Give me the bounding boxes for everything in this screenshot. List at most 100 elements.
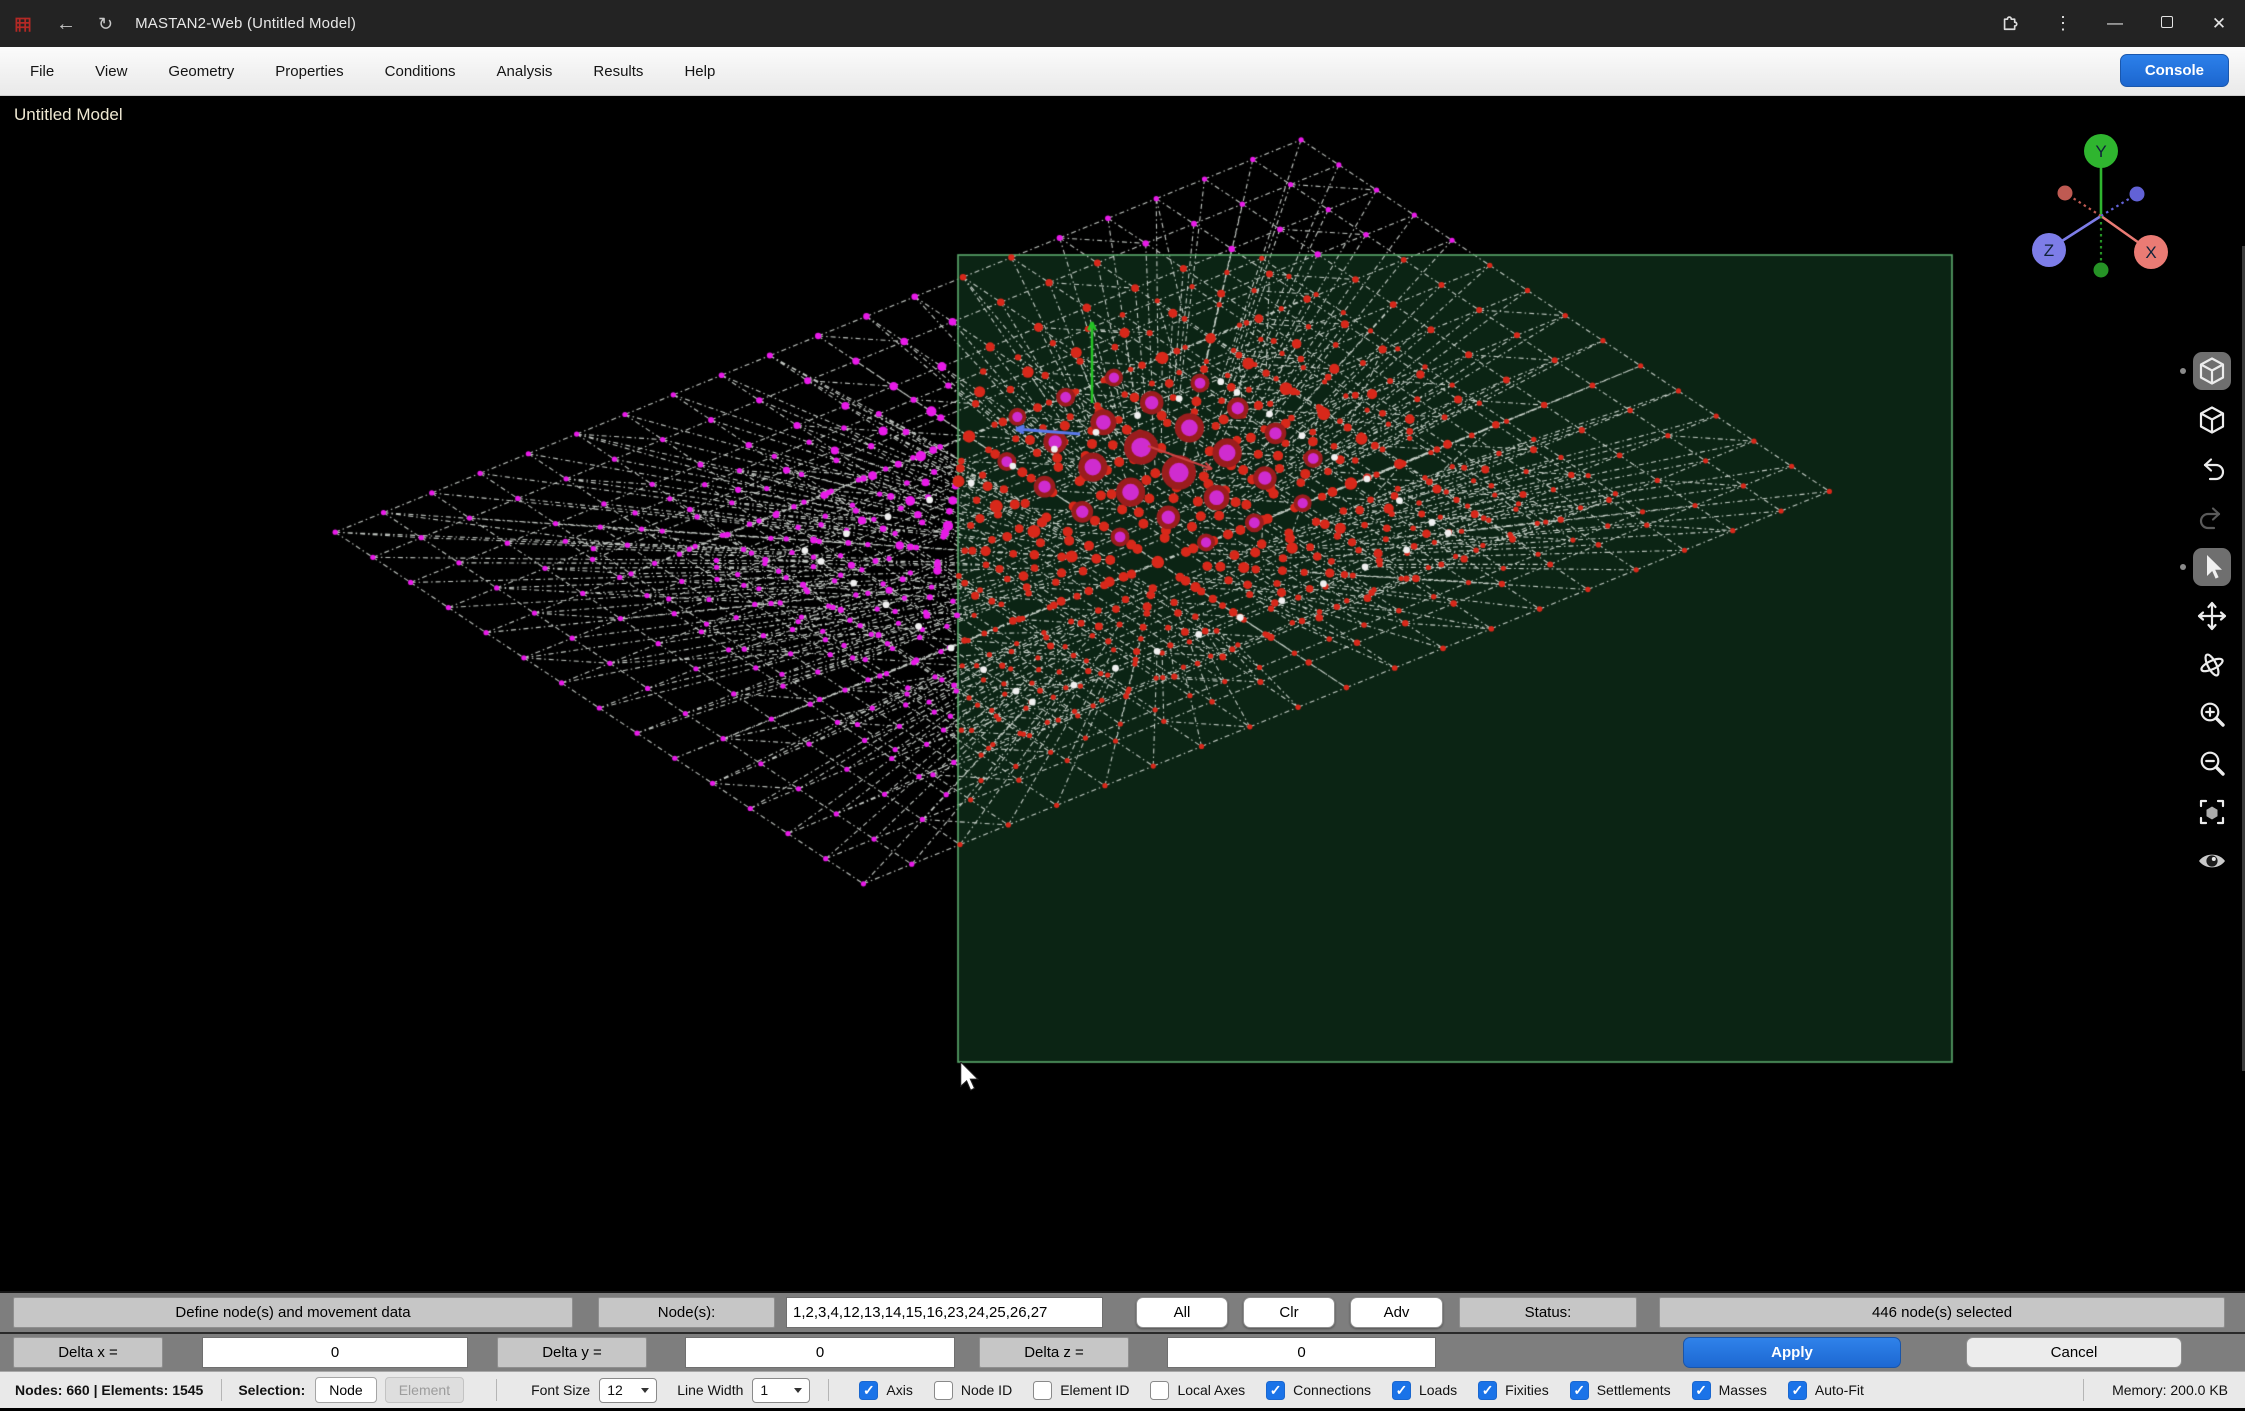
menu-view[interactable]: View [95, 55, 127, 88]
redo-button[interactable] [2193, 499, 2231, 537]
divider [828, 1379, 829, 1401]
nodes-input[interactable] [786, 1297, 1103, 1328]
axis-triad[interactable]: Y Z X [2019, 124, 2183, 282]
checkbox-checked-icon[interactable]: ✓ [1570, 1381, 1589, 1400]
toggle-label: Settlements [1597, 1382, 1671, 1398]
status-bar: Nodes: 660 | Elements: 1545 Selection: N… [0, 1371, 2245, 1408]
divider [221, 1379, 222, 1401]
maximize-icon[interactable] [2141, 15, 2193, 33]
toggle-axis[interactable]: ✓ Axis [859, 1381, 912, 1400]
checkbox-checked-icon[interactable]: ✓ [1692, 1381, 1711, 1400]
orbit-button[interactable] [2193, 646, 2231, 684]
visibility-button[interactable] [2193, 842, 2231, 880]
selection-mode-element-button[interactable]: Element [385, 1377, 464, 1403]
toggle-label: Fixities [1505, 1382, 1549, 1398]
close-icon[interactable]: ✕ [2193, 14, 2245, 34]
svg-text:X: X [2145, 243, 2156, 262]
console-button[interactable]: Console [2120, 54, 2229, 87]
model-viewport[interactable]: Untitled Model Y Z X [0, 96, 2245, 1291]
checkbox-checked-icon[interactable]: ✓ [859, 1381, 878, 1400]
window-title: MASTAN2-Web (Untitled Model) [135, 15, 356, 32]
node-panel: Define node(s) and movement data Node(s)… [0, 1291, 2245, 1332]
checkbox-unchecked-icon[interactable]: ✓ [1033, 1381, 1052, 1400]
svg-text:Z: Z [2044, 241, 2054, 260]
checkbox-unchecked-icon[interactable]: ✓ [934, 1381, 953, 1400]
toggle-fixities[interactable]: ✓ Fixities [1478, 1381, 1549, 1400]
select-cursor-button[interactable] [2193, 548, 2231, 586]
menu-properties[interactable]: Properties [275, 55, 343, 88]
toggle-node-id[interactable]: ✓ Node ID [934, 1381, 1012, 1400]
view-toolbar [2189, 352, 2235, 880]
model-name-label: Untitled Model [14, 105, 123, 125]
status-value: 446 node(s) selected [1659, 1297, 2225, 1328]
movement-panel: Delta x = Delta y = Delta z = Apply Canc… [0, 1332, 2245, 1371]
toggle-label: Loads [1419, 1382, 1457, 1398]
back-icon[interactable]: ← [56, 14, 76, 34]
checkbox-checked-icon[interactable]: ✓ [1266, 1381, 1285, 1400]
toggle-settlements[interactable]: ✓ Settlements [1570, 1381, 1671, 1400]
delta-x-input[interactable] [202, 1337, 468, 1368]
delta-z-input[interactable] [1167, 1337, 1436, 1368]
undo-button[interactable] [2193, 450, 2231, 488]
font-size-select[interactable]: 12 [599, 1378, 657, 1403]
model-canvas[interactable] [0, 96, 2245, 1291]
clear-button[interactable]: Clr [1243, 1297, 1335, 1328]
orbit-icon [2196, 649, 2228, 681]
cancel-button[interactable]: Cancel [1966, 1337, 2182, 1368]
view-cube-solid-icon [2196, 355, 2228, 387]
toggle-label: Local Axes [1177, 1382, 1245, 1398]
line-width-select[interactable]: 1 [752, 1378, 810, 1403]
delta-x-label: Delta x = [13, 1337, 163, 1368]
svg-text:Y: Y [2095, 142, 2106, 161]
select-all-button[interactable]: All [1136, 1297, 1228, 1328]
memory-indicator: Memory: 200.0 KB [2112, 1382, 2228, 1398]
zoom-fit-icon [2196, 796, 2228, 828]
toggle-connections[interactable]: ✓Connections [1266, 1381, 1371, 1400]
app-logo-icon [12, 13, 34, 35]
checkbox-checked-icon[interactable]: ✓ [1392, 1381, 1411, 1400]
checkbox-checked-icon[interactable]: ✓ [1478, 1381, 1497, 1400]
toggle-label: Node ID [961, 1382, 1012, 1398]
zoom-in-button[interactable] [2193, 695, 2231, 733]
toggle-label: Axis [886, 1382, 912, 1398]
selection-mode-node-button[interactable]: Node [315, 1377, 376, 1403]
toggle-masses[interactable]: ✓Masses [1692, 1381, 1767, 1400]
panel-title: Define node(s) and movement data [13, 1297, 573, 1328]
menu-analysis[interactable]: Analysis [497, 55, 553, 88]
menu-file[interactable]: File [30, 55, 54, 88]
select-cursor-icon [2196, 551, 2228, 583]
refresh-icon[interactable]: ↻ [98, 15, 113, 33]
menu-results[interactable]: Results [593, 55, 643, 88]
zoom-fit-button[interactable] [2193, 793, 2231, 831]
checkbox-unchecked-icon[interactable]: ✓ [1150, 1381, 1169, 1400]
view-cube-outline-button[interactable] [2193, 401, 2231, 439]
browser-menu-icon[interactable]: ⋮ [2037, 13, 2089, 34]
toggle-loads[interactable]: ✓ Loads [1392, 1381, 1457, 1400]
undo-icon [2196, 453, 2228, 485]
chevron-down-icon [794, 1388, 802, 1393]
pan-button[interactable] [2193, 597, 2231, 635]
redo-icon [2196, 502, 2228, 534]
model-counts: Nodes: 660 | Elements: 1545 [15, 1382, 203, 1398]
zoom-in-icon [2196, 698, 2228, 730]
apply-button[interactable]: Apply [1683, 1337, 1901, 1368]
visibility-icon [2196, 845, 2228, 877]
menu-help[interactable]: Help [684, 55, 715, 88]
checkbox-checked-icon[interactable]: ✓ [1788, 1381, 1807, 1400]
menu-geometry[interactable]: Geometry [168, 55, 234, 88]
extensions-icon[interactable] [1985, 10, 2037, 37]
active-indicator-dot [2180, 564, 2186, 570]
toggle-auto-fit[interactable]: ✓Auto-Fit [1788, 1381, 1864, 1400]
toggle-local-axes[interactable]: ✓ Local Axes [1150, 1381, 1245, 1400]
minimize-icon[interactable]: — [2089, 15, 2141, 33]
view-cube-solid-button[interactable] [2193, 352, 2231, 390]
divider [496, 1379, 497, 1401]
menu-conditions[interactable]: Conditions [385, 55, 456, 88]
pan-icon [2196, 600, 2228, 632]
advanced-button[interactable]: Adv [1350, 1297, 1443, 1328]
delta-y-label: Delta y = [497, 1337, 647, 1368]
toggle-element-id[interactable]: ✓Element ID [1033, 1381, 1129, 1400]
delta-y-input[interactable] [685, 1337, 955, 1368]
zoom-out-button[interactable] [2193, 744, 2231, 782]
active-indicator-dot [2180, 368, 2186, 374]
